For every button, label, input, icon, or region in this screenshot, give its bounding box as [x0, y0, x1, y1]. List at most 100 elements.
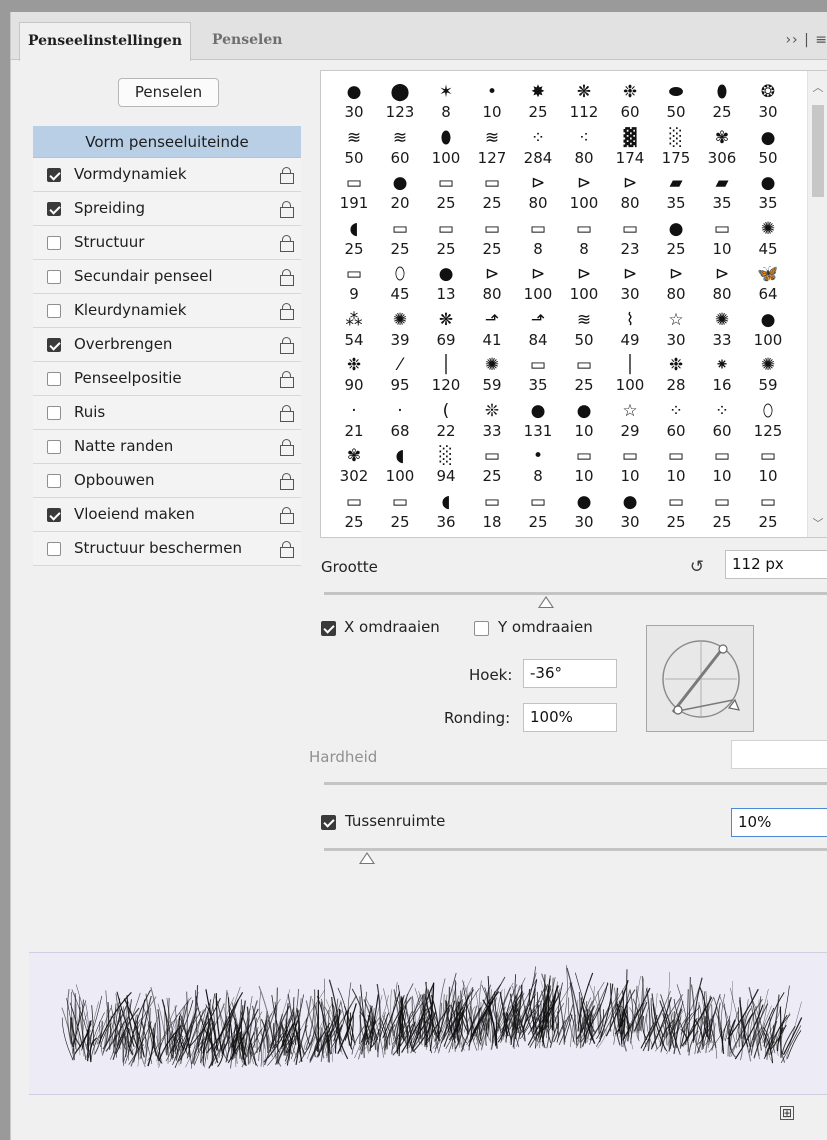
spacing-checkbox[interactable] — [321, 815, 336, 830]
brush-tip-cell[interactable]: ☆ 30 — [653, 307, 699, 353]
brush-tip-cell[interactable]: ⬬ 50 — [653, 79, 699, 125]
brush-tip-cell[interactable]: ≋ 50 — [331, 125, 377, 171]
brush-tip-cell[interactable]: ⬮ 25 — [699, 79, 745, 125]
lock-icon[interactable] — [280, 473, 294, 490]
lock-icon[interactable] — [280, 303, 294, 320]
brush-tip-cell[interactable]: ⁄ 95 — [377, 352, 423, 398]
brush-tip-cell[interactable]: ▭ 8 — [561, 216, 607, 262]
brush-option-4[interactable]: Secundair penseel — [33, 260, 301, 294]
brush-tip-cell[interactable]: ▭ 10 — [653, 443, 699, 489]
lock-icon[interactable] — [280, 201, 294, 218]
spacing-input[interactable]: 10% — [731, 808, 827, 837]
brush-tip-cell[interactable]: ● 50 — [745, 125, 791, 171]
brush-tip-cell[interactable]: ⊳ 30 — [607, 261, 653, 307]
brush-tip-cell[interactable]: ● 35 — [745, 170, 791, 216]
brush-option-5[interactable]: Kleurdynamiek — [33, 294, 301, 328]
brush-tip-cell[interactable]: ❉ 90 — [331, 352, 377, 398]
option-checkbox[interactable] — [47, 542, 61, 556]
spacing-slider-thumb[interactable] — [359, 852, 376, 864]
brush-tip-cell[interactable]: ❉ 28 — [653, 352, 699, 398]
option-checkbox[interactable] — [47, 406, 61, 420]
brush-tip-cell[interactable]: 🦋 64 — [745, 261, 791, 307]
reset-size-icon[interactable]: ↺ — [687, 557, 707, 577]
brush-tip-cell[interactable]: ⬤ 123 — [377, 79, 423, 125]
brush-tip-cell[interactable]: · 68 — [377, 398, 423, 444]
brush-tip-cell[interactable]: ▭ 10 — [607, 443, 653, 489]
brush-tip-cell[interactable]: ✶ 8 — [423, 79, 469, 125]
brush-tip-cell[interactable]: ⁘ 60 — [699, 398, 745, 444]
brush-tip-cell[interactable]: ✸ 25 — [515, 79, 561, 125]
brush-tip-cell[interactable]: ▭ 25 — [515, 489, 561, 535]
flip-y-checkbox[interactable] — [474, 621, 489, 636]
brush-tip-cell[interactable]: ❊ 33 — [469, 398, 515, 444]
option-checkbox[interactable] — [47, 372, 61, 386]
size-slider-track[interactable] — [324, 592, 827, 595]
brush-tip-cell[interactable]: ⬯ 125 — [745, 398, 791, 444]
option-checkbox[interactable] — [47, 474, 61, 488]
option-checkbox[interactable] — [47, 236, 61, 250]
brush-tip-cell[interactable]: ≋ 60 — [377, 125, 423, 171]
brush-tip-cell[interactable]: (22 — [423, 398, 469, 444]
scroll-down-icon[interactable]: ﹀ — [811, 517, 825, 531]
brush-tip-cell[interactable]: · 21 — [331, 398, 377, 444]
brush-tip-cell[interactable]: ⊳ 80 — [515, 170, 561, 216]
brush-tip-cell[interactable]: ░ 175 — [653, 125, 699, 171]
brush-tip-cell[interactable]: ▭ 10 — [745, 443, 791, 489]
brush-tip-cell[interactable]: ✾ 302 — [331, 443, 377, 489]
option-checkbox[interactable] — [47, 338, 61, 352]
brush-tip-cell[interactable]: ❋ 69 — [423, 307, 469, 353]
brush-tip-cell[interactable]: • 8 — [515, 443, 561, 489]
scroll-thumb[interactable] — [812, 105, 824, 197]
brush-tip-cell[interactable]: ⁂ 54 — [331, 307, 377, 353]
brush-tip-cell[interactable]: ▭ 10 — [561, 443, 607, 489]
brush-tip-cell[interactable]: ⬏ 84 — [515, 307, 561, 353]
brush-option-12[interactable]: Structuur beschermen — [33, 532, 301, 566]
brush-tip-cell[interactable]: ⊳ 100 — [561, 170, 607, 216]
tab-brushes[interactable]: Penselen — [204, 22, 290, 60]
brush-tip-cell[interactable]: ◖ 36 — [423, 489, 469, 535]
option-checkbox[interactable] — [47, 270, 61, 284]
scroll-up-icon[interactable]: ︿ — [811, 81, 825, 95]
brush-tip-cell[interactable]: ▭ 25 — [653, 489, 699, 535]
flip-x-checkbox[interactable] — [321, 621, 336, 636]
lock-icon[interactable] — [280, 439, 294, 456]
brush-tip-cell[interactable]: ▰ 35 — [653, 170, 699, 216]
brush-tip-cell[interactable]: ● 30 — [561, 489, 607, 535]
brush-tip-cell[interactable]: ❉ 60 — [607, 79, 653, 125]
brush-option-2[interactable]: Spreiding — [33, 192, 301, 226]
brush-tip-cell[interactable]: ▭ 25 — [469, 216, 515, 262]
brush-tip-cell[interactable]: ▭ 23 — [607, 216, 653, 262]
brush-tip-cell[interactable]: ✺ 33 — [699, 307, 745, 353]
brush-tip-cell[interactable]: ⌇ 49 — [607, 307, 653, 353]
brush-tip-cell[interactable]: ● 30 — [607, 489, 653, 535]
brush-tip-cell[interactable]: ● 25 — [653, 216, 699, 262]
panel-menu-icon[interactable]: ›› | ≡ — [785, 32, 827, 48]
brush-tip-cell[interactable]: ▭ 25 — [469, 443, 515, 489]
brush-tip-cell[interactable]: ☆ 29 — [607, 398, 653, 444]
brush-tip-cell[interactable]: ⊳ 80 — [699, 261, 745, 307]
brush-tip-cell[interactable]: ● 10 — [561, 398, 607, 444]
brush-tip-cell[interactable]: ▭ 191 — [331, 170, 377, 216]
brush-tip-cell[interactable]: ▭ 9 — [331, 261, 377, 307]
grid-scrollbar[interactable]: ︿ ﹀ — [807, 71, 827, 537]
brush-tip-cell[interactable]: ▰ 35 — [699, 170, 745, 216]
brush-tip-cell[interactable]: ▭ 25 — [423, 216, 469, 262]
brush-tip-cell[interactable]: ▭ 25 — [745, 489, 791, 535]
brush-option-0[interactable]: Vorm penseeluiteinde — [33, 126, 301, 158]
brush-tip-cell[interactable]: ▭ 25 — [561, 352, 607, 398]
brush-tip-cell[interactable]: ▭ 25 — [469, 170, 515, 216]
brush-tip-cell[interactable]: │ 100 — [607, 352, 653, 398]
brush-tip-cell[interactable]: • 10 — [469, 79, 515, 125]
brush-tip-cell[interactable]: ✺ 59 — [469, 352, 515, 398]
brush-tip-cell[interactable]: ≋ 50 — [561, 307, 607, 353]
brush-tip-cell[interactable]: ⊳ 100 — [561, 261, 607, 307]
new-brush-preset-icon[interactable]: ⊞ — [780, 1106, 794, 1120]
brush-tip-cell[interactable]: ▭ 25 — [331, 489, 377, 535]
brush-tip-cell[interactable]: ● 13 — [423, 261, 469, 307]
brush-tip-cell[interactable]: ✾ 306 — [699, 125, 745, 171]
angle-input[interactable]: -36° — [523, 659, 617, 688]
brush-tip-cell[interactable]: ● 20 — [377, 170, 423, 216]
brush-tip-cell[interactable]: ● 30 — [331, 79, 377, 125]
brush-tip-cell[interactable]: ▭ 10 — [699, 216, 745, 262]
option-checkbox[interactable] — [47, 508, 61, 522]
